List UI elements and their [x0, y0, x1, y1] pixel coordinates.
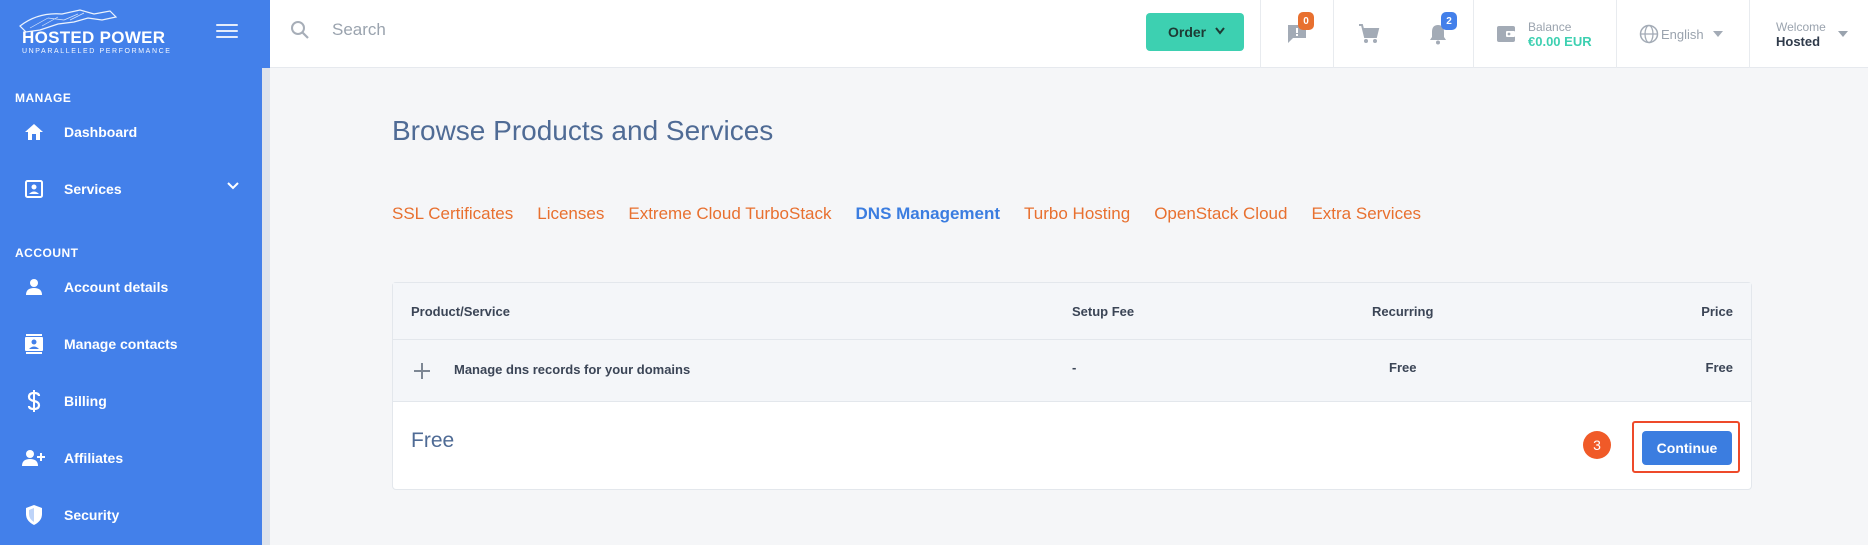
column-header-product: Product/Service — [411, 304, 510, 319]
continue-highlight: Continue — [1632, 421, 1740, 473]
welcome-label: Welcome — [1776, 19, 1826, 34]
order-button-label: Order — [1168, 24, 1207, 40]
caret-down-icon — [1838, 31, 1848, 37]
continue-button[interactable]: Continue — [1642, 431, 1732, 465]
cart-icon — [1358, 24, 1379, 43]
sidebar-item-label: Account details — [64, 279, 169, 295]
language-label: English — [1661, 26, 1704, 42]
sidebar-item-dashboard[interactable]: Dashboard — [0, 108, 262, 156]
sidebar-item-affiliates[interactable]: Affiliates — [0, 434, 262, 482]
total-price: Free — [411, 429, 455, 452]
search-icon — [291, 21, 309, 39]
sidebar-item-label: Services — [64, 181, 122, 197]
table-header: Product/Service Setup Fee Recurring Pric… — [393, 283, 1751, 340]
sidebar-item-account-details[interactable]: Account details — [0, 263, 262, 311]
sidebar-item-label: Dashboard — [64, 124, 138, 140]
menu-toggle-icon[interactable] — [216, 24, 238, 40]
balance-value: €0.00 EUR — [1528, 33, 1592, 49]
dollar-icon — [22, 389, 46, 413]
sidebar-item-billing[interactable]: Billing — [0, 377, 262, 425]
sidebar-item-label: Security — [64, 507, 120, 523]
step-number-badge: 3 — [1583, 431, 1611, 459]
column-header-price: Price — [1701, 304, 1733, 319]
sidebar-scrollbar[interactable] — [262, 68, 270, 545]
product-panel: Product/Service Setup Fee Recurring Pric… — [392, 282, 1752, 490]
product-name: Manage dns records for your domains — [454, 362, 691, 377]
tab-dns-management[interactable]: DNS Management — [856, 204, 1001, 224]
page-title: Browse Products and Services — [392, 115, 774, 146]
table-row: Manage dns records for your domains - Fr… — [393, 340, 1751, 402]
globe-icon — [1639, 24, 1659, 44]
sidebar-item-label: Manage contacts — [64, 336, 178, 352]
cheetah-logo-icon — [19, 9, 118, 33]
services-icon — [22, 177, 46, 201]
sidebar-item-label: Affiliates — [64, 450, 124, 466]
sidebar-item-security[interactable]: Security — [0, 491, 262, 539]
tab-licenses[interactable]: Licenses — [537, 204, 604, 224]
top-header: Order 0 2 Balance €0.00 EUR English Welc… — [270, 0, 1868, 68]
user-menu[interactable]: Welcome Hosted — [1749, 0, 1868, 68]
brand-tagline: UNPARALLELED PERFORMANCE — [22, 47, 172, 55]
sidebar-item-label: Billing — [64, 393, 107, 409]
balance-label: Balance — [1528, 19, 1572, 34]
wallet-icon — [1497, 26, 1515, 42]
search-bar — [290, 20, 632, 40]
notifications-count-badge: 2 — [1441, 12, 1457, 30]
shield-icon — [22, 503, 46, 527]
notifications-button[interactable]: 2 — [1403, 0, 1473, 68]
column-header-recurring: Recurring — [1372, 304, 1434, 319]
category-tabs: SSL Certificates Licenses Extreme Cloud … — [392, 204, 1445, 224]
tab-ssl-certificates[interactable]: SSL Certificates — [392, 204, 513, 224]
sidebar-header: HOSTED POWER UNPARALLELED PERFORMANCE — [0, 0, 270, 68]
messages-button[interactable]: 0 — [1260, 0, 1333, 68]
cart-button[interactable] — [1333, 0, 1403, 68]
tab-extra-services[interactable]: Extra Services — [1311, 204, 1421, 224]
chevron-down-icon — [1215, 27, 1225, 35]
tab-turbo-hosting[interactable]: Turbo Hosting — [1024, 204, 1130, 224]
contacts-icon — [22, 332, 46, 356]
tab-openstack-cloud[interactable]: OpenStack Cloud — [1154, 204, 1287, 224]
setup-fee-value: - — [1072, 360, 1077, 375]
user-icon — [22, 275, 46, 299]
recurring-value: Free — [1389, 360, 1417, 375]
sidebar-item-services[interactable]: Services — [0, 165, 262, 213]
sidebar-item-manage-contacts[interactable]: Manage contacts — [0, 320, 262, 368]
tab-extreme-cloud-turbostack[interactable]: Extreme Cloud TurboStack — [628, 204, 831, 224]
order-button[interactable]: Order — [1146, 13, 1244, 51]
section-label-account: ACCOUNT — [15, 246, 79, 260]
column-header-setup-fee: Setup Fee — [1072, 304, 1135, 319]
home-icon — [22, 120, 46, 144]
affiliates-icon — [22, 446, 46, 470]
price-value: Free — [1705, 360, 1733, 375]
language-selector[interactable]: English — [1616, 0, 1749, 68]
balance-widget[interactable]: Balance €0.00 EUR — [1473, 0, 1616, 68]
search-input[interactable] — [332, 20, 632, 40]
section-label-manage: MANAGE — [15, 91, 72, 105]
sidebar: HOSTED POWER UNPARALLELED PERFORMANCE MA… — [0, 0, 270, 545]
messages-count-badge: 0 — [1298, 12, 1314, 30]
user-name: Hosted — [1776, 33, 1821, 49]
expand-plus-icon[interactable] — [413, 362, 431, 380]
caret-down-icon — [1712, 31, 1723, 37]
chevron-down-icon[interactable] — [226, 181, 240, 191]
